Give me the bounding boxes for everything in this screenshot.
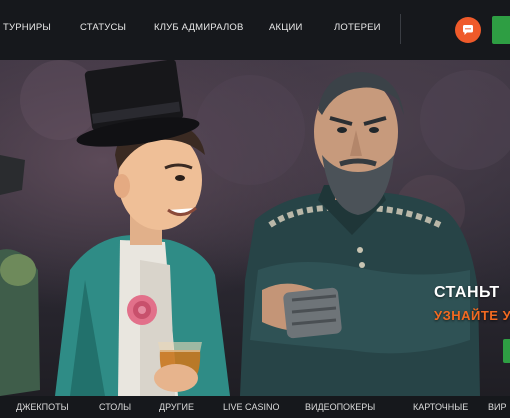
category-virtual[interactable]: ВИР <box>488 402 506 412</box>
category-video-poker[interactable]: ВИДЕОПОКЕРЫ <box>305 402 375 412</box>
category-live-casino[interactable]: LIVE CASINO <box>223 402 280 412</box>
category-other[interactable]: ДРУГИЕ <box>159 402 194 412</box>
chat-bubble-icon <box>463 25 473 35</box>
promo-text-block: СТАНЬТ УЗНАЙТЕ У <box>434 284 510 323</box>
nav-admirals-club[interactable]: КЛУБ АДМИРАЛОВ <box>154 22 244 33</box>
category-jackpots[interactable]: ДЖЕКПОТЫ <box>16 402 69 412</box>
promo-title: СТАНЬТ <box>434 284 500 301</box>
nav-lotteries[interactable]: ЛОТЕРЕИ <box>334 22 381 33</box>
top-navigation-bar: ТУРНИРЫ СТАТУСЫ КЛУБ АДМИРАЛОВ АКЦИИ ЛОТ… <box>0 0 510 60</box>
nav-divider <box>400 14 401 44</box>
promo-subtitle: УЗНАЙТЕ У <box>434 308 510 323</box>
nav-tournaments[interactable]: ТУРНИРЫ <box>3 22 51 33</box>
chat-button[interactable] <box>455 17 481 43</box>
login-button[interactable] <box>492 16 510 44</box>
nav-statuses[interactable]: СТАТУСЫ <box>80 22 126 33</box>
category-card-games[interactable]: КАРТОЧНЫЕ <box>413 402 468 412</box>
hero-banner[interactable]: СТАНЬТ УЗНАЙТЕ У <box>0 60 510 396</box>
nav-promotions[interactable]: АКЦИИ <box>269 22 303 33</box>
category-tables[interactable]: СТОЛЫ <box>99 402 131 412</box>
game-category-bar: ДЖЕКПОТЫ СТОЛЫ ДРУГИЕ LIVE CASINO ВИДЕОП… <box>0 396 510 418</box>
banner-illustration <box>0 60 510 396</box>
promo-cta-button[interactable] <box>503 339 510 363</box>
